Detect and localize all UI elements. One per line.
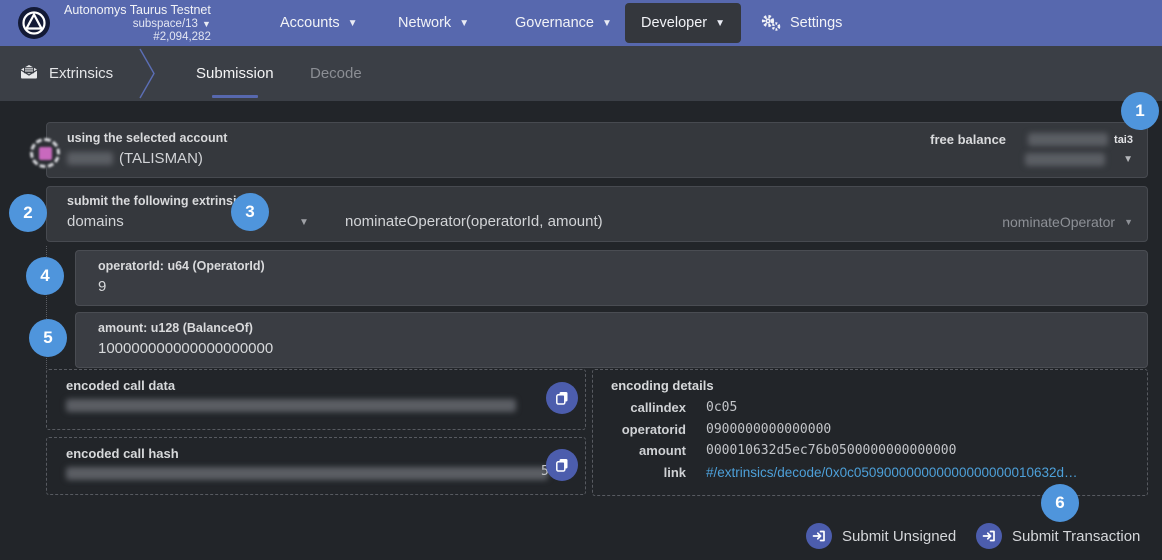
section-select[interactable]: domains [67,213,124,230]
autonomys-logo-icon[interactable] [18,7,50,39]
extrinsics-envelope-icon [20,64,38,84]
block-number: #2,094,282 [153,31,211,45]
submit-unsigned-button[interactable]: Submit Unsigned [806,523,956,549]
menu-network[interactable]: Network ▼ [398,0,469,46]
submit-transaction-button[interactable]: Submit Transaction [976,523,1140,549]
copy-icon [555,458,569,472]
callindex-value: 0c05 [706,400,737,415]
copy-call-data-button[interactable] [546,382,578,414]
menu-settings[interactable]: Settings [760,0,842,46]
method-select[interactable]: nominateOperator ▼ [1002,214,1133,230]
chevron-down-icon: ▼ [348,18,358,29]
account-name-suffix: (TALISMAN) [119,150,203,167]
sign-in-icon [976,523,1002,549]
encoding-row-amount: amount 000010632d5ec76b0500000000000000 [593,440,1147,462]
account-info: using the selected account (TALISMAN) [67,131,227,167]
account-name-redacted [67,152,113,165]
encoded-call-hash-redacted [66,467,548,480]
annotation-badge-5: 5 [29,319,67,357]
param-amount-input[interactable]: 100000000000000000000 [98,340,273,357]
menu-developer-label: Developer [641,15,707,31]
method-signature[interactable]: nominateOperator(operatorId, amount) [345,213,603,230]
runtime-version: subspace/13 [133,18,198,32]
tab-decode-label: Decode [310,65,362,82]
breadcrumb-chevron-icon [138,47,158,105]
annotation-badge-6: 6 [1041,484,1079,522]
chain-name: Autonomys Taurus Testnet [64,4,211,18]
encoding-row-link: link #/extrinsics/decode/0x0c05090000000… [593,462,1147,484]
extrinsic-selector: submit the following extrinsic domains ▼… [46,186,1148,242]
encoded-call-data-redacted [66,399,516,412]
param-operatorid: operatorId: u64 (OperatorId) 9 [75,250,1148,306]
param-operatorid-label: operatorId: u64 (OperatorId) [98,259,265,273]
encoded-call-hash-section: encoded call hash 5 [46,437,586,495]
app-header: Extrinsics [20,46,113,101]
menu-accounts-label: Accounts [280,15,340,31]
encoded-call-data-section: encoded call data [46,369,586,430]
section-chevron-icon[interactable]: ▼ [299,217,309,228]
operatorid-value: 0900000000000000 [706,422,831,437]
tab-submission[interactable]: Submission [196,46,274,101]
chevron-down-icon: ▼ [602,18,612,29]
submit-transaction-label: Submit Transaction [1012,528,1140,545]
annotation-badge-4: 4 [26,257,64,295]
secondary-balance-redacted [1025,153,1105,166]
annotation-badge-2: 2 [9,194,47,232]
encoded-call-hash-label: encoded call hash [66,446,179,461]
amount-value: 000010632d5ec76b0500000000000000 [706,443,956,458]
sign-in-icon [806,523,832,549]
encoding-details-title: encoding details [611,378,714,393]
menu-governance[interactable]: Governance ▼ [515,0,612,46]
copy-icon [555,391,569,405]
chain-info: Autonomys Taurus Testnet subspace/13 ▼ #… [64,4,211,45]
encoding-details-section: encoding details callindex 0c05 operator… [592,369,1148,496]
submit-unsigned-label: Submit Unsigned [842,528,956,545]
chevron-down-icon: ▼ [459,18,469,29]
balance-info: free balance tai3 ▼ [930,132,1133,166]
free-balance-label: free balance [930,132,1006,147]
annotation-badge-1: 1 [1121,92,1159,130]
top-navbar: Autonomys Taurus Testnet subspace/13 ▼ #… [0,0,1162,46]
decode-link[interactable]: #/extrinsics/decode/0x0c0509000000000000… [706,465,1078,480]
encoding-row-operatorid: operatorid 0900000000000000 [593,419,1147,441]
link-label: link [593,465,686,480]
menu-developer[interactable]: Developer ▼ [625,3,741,43]
active-tab-underline [212,95,258,98]
param-amount-label: amount: u128 (BalanceOf) [98,321,253,335]
menu-accounts[interactable]: Accounts ▼ [280,0,358,46]
menu-network-label: Network [398,15,451,31]
chevron-down-icon: ▼ [715,18,725,29]
operatorid-label: operatorid [593,422,686,437]
account-label: using the selected account [67,131,227,145]
annotation-badge-3: 3 [231,193,269,231]
tab-decode[interactable]: Decode [310,46,362,101]
token-unit: tai3 [1114,134,1133,146]
extrinsic-label: submit the following extrinsic [67,194,243,208]
method-select-value: nominateOperator [1002,214,1115,230]
free-balance-value-redacted [1028,133,1108,146]
account-selector[interactable]: using the selected account (TALISMAN) fr… [46,122,1148,178]
chevron-down-icon: ▼ [202,18,211,32]
param-amount: amount: u128 (BalanceOf) 100000000000000… [75,312,1148,368]
tab-submission-label: Submission [196,65,274,82]
page-title: Extrinsics [49,65,113,82]
menu-settings-label: Settings [790,15,842,31]
encoding-row-callindex: callindex 0c05 [593,397,1147,419]
runtime-selector[interactable]: subspace/13 ▼ [133,18,211,32]
account-identicon [30,138,60,168]
encoded-call-data-label: encoded call data [66,378,175,393]
menu-governance-label: Governance [515,15,594,31]
amount-label: amount [593,443,686,458]
gears-icon [760,14,782,32]
method-chevron-icon: ▼ [1124,217,1133,227]
copy-call-hash-button[interactable] [546,449,578,481]
account-dropdown-chevron-icon[interactable]: ▼ [1123,154,1133,165]
param-operatorid-input[interactable]: 9 [98,278,106,295]
callindex-label: callindex [593,400,686,415]
tab-bar: Extrinsics Submission Decode [0,46,1162,101]
